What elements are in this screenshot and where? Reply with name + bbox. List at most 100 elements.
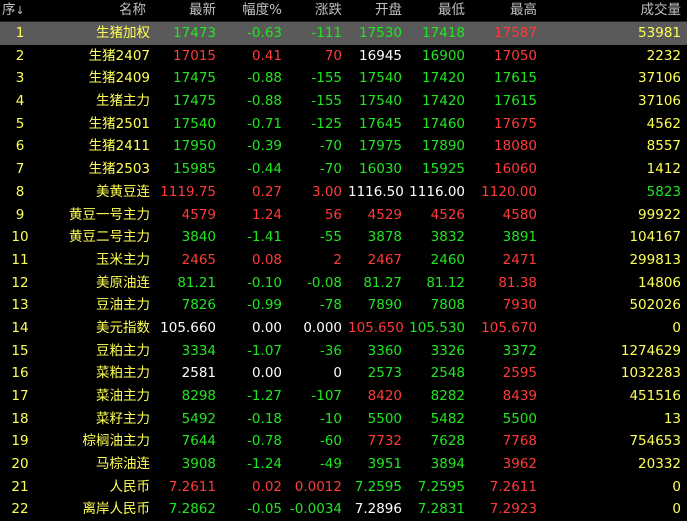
row-pct: -0.44 bbox=[247, 161, 282, 178]
row-low: 7808 bbox=[430, 297, 465, 314]
table-row[interactable]: 17 菜油主力 8298 -1.27 -107 8420 8282 8439 451516 bbox=[0, 385, 687, 408]
table-row[interactable]: 21 人民币 7.2611 0.02 0.0012 7.2595 7.2595 7.2611 0 bbox=[0, 476, 687, 499]
column-header-change[interactable]: 涨跌 bbox=[288, 0, 348, 21]
column-header-last[interactable]: 最新 bbox=[152, 0, 222, 21]
row-low: 17418 bbox=[422, 25, 465, 41]
column-header-index[interactable]: 序↓ bbox=[0, 0, 44, 21]
row-pct: 0.00 bbox=[251, 365, 282, 382]
row-change: -36 bbox=[319, 342, 342, 359]
row-volume: 2232 bbox=[646, 47, 681, 64]
row-pct: 0.02 bbox=[251, 478, 282, 495]
table-header: 序↓ 名称 最新 幅度% 涨跌 开盘 最低 最高 成交量 bbox=[0, 0, 687, 22]
table-row[interactable]: 19 棕榈油主力 7644 -0.78 -60 7732 7628 7768 754653 bbox=[0, 430, 687, 453]
column-header-volume[interactable]: 成交量 bbox=[543, 0, 687, 21]
table-row[interactable]: 12 美原油连 81.21 -0.10 -0.08 81.27 81.12 81.38 1480… bbox=[0, 272, 687, 295]
row-high: 16060 bbox=[494, 161, 537, 178]
row-index: 6 bbox=[15, 138, 25, 155]
column-header-low[interactable]: 最低 bbox=[408, 0, 471, 21]
row-high: 18080 bbox=[494, 138, 537, 155]
row-change: 2 bbox=[333, 251, 342, 268]
row-name: 黄豆二号主力 bbox=[69, 229, 150, 246]
row-index: 15 bbox=[11, 342, 29, 359]
row-open: 17540 bbox=[359, 93, 402, 110]
row-high: 17587 bbox=[494, 25, 537, 41]
row-low: 17890 bbox=[422, 138, 465, 155]
row-open: 17645 bbox=[359, 115, 402, 132]
column-header-high[interactable]: 最高 bbox=[471, 0, 543, 21]
table-row[interactable]: 4 生猪主力 17475 -0.88 -155 17540 17420 17615 37106 bbox=[0, 90, 687, 113]
row-last: 17475 bbox=[173, 70, 216, 87]
table-row[interactable]: 1 生猪加权 17473 -0.63 -111 17530 17418 17587 53981 bbox=[0, 22, 687, 45]
table-row[interactable]: 20 马棕油连 3908 -1.24 -49 3951 3894 3962 20332 bbox=[0, 453, 687, 476]
row-index: 21 bbox=[11, 478, 29, 495]
row-name: 豆油主力 bbox=[96, 297, 150, 314]
column-header-pct[interactable]: 幅度% bbox=[222, 0, 288, 21]
row-high: 81.38 bbox=[498, 274, 537, 291]
row-pct: -1.27 bbox=[247, 388, 282, 404]
row-name: 菜油主力 bbox=[96, 388, 150, 404]
row-low: 1116.00 bbox=[409, 183, 465, 200]
row-index: 12 bbox=[11, 274, 29, 291]
row-pct: -0.05 bbox=[247, 501, 282, 518]
quote-table-body: 1 生猪加权 17473 -0.63 -111 17530 17418 17587 53981 2… bbox=[0, 22, 687, 521]
row-last: 17473 bbox=[173, 25, 216, 41]
table-row[interactable]: 18 菜籽主力 5492 -0.18 -10 5500 5482 5500 13 bbox=[0, 408, 687, 431]
table-row[interactable]: 5 生猪2501 17540 -0.71 -125 17645 17460 17675 4562 bbox=[0, 113, 687, 136]
row-low: 4526 bbox=[430, 206, 465, 223]
row-name: 菜籽主力 bbox=[96, 410, 150, 427]
row-last: 7826 bbox=[181, 297, 216, 314]
row-change: -70 bbox=[319, 161, 342, 178]
row-high: 17675 bbox=[494, 115, 537, 132]
row-pct: -1.41 bbox=[247, 229, 282, 246]
row-pct: -1.07 bbox=[247, 342, 282, 359]
table-row[interactable]: 6 生猪2411 17950 -0.39 -70 17975 17890 18080 8557 bbox=[0, 135, 687, 158]
row-change: 0 bbox=[333, 365, 342, 382]
row-index: 22 bbox=[11, 501, 29, 518]
row-last: 7644 bbox=[181, 433, 216, 450]
row-pct: -1.24 bbox=[247, 456, 282, 473]
table-row[interactable]: 14 美元指数 105.660 0.00 0.000 105.650 105.530 105.… bbox=[0, 317, 687, 340]
row-name: 生猪2411 bbox=[88, 138, 150, 155]
column-header-open[interactable]: 开盘 bbox=[348, 0, 408, 21]
row-name: 豆粕主力 bbox=[96, 342, 150, 359]
row-last: 81.21 bbox=[177, 274, 216, 291]
row-open: 5500 bbox=[367, 410, 402, 427]
row-volume: 451516 bbox=[629, 388, 681, 404]
row-last: 5492 bbox=[181, 410, 216, 427]
table-row[interactable]: 16 菜粕主力 2581 0.00 0 2573 2548 2595 1032283 bbox=[0, 362, 687, 385]
row-pct: -0.88 bbox=[247, 93, 282, 110]
table-row[interactable]: 9 黄豆一号主力 4579 1.24 56 4529 4526 4580 99922 bbox=[0, 204, 687, 227]
table-row[interactable]: 22 离岸人民币 7.2862 -0.05 -0.0034 7.2896 7.2831 7.2… bbox=[0, 498, 687, 521]
row-index: 7 bbox=[15, 161, 25, 178]
row-low: 15925 bbox=[422, 161, 465, 178]
table-row[interactable]: 10 黄豆二号主力 3840 -1.41 -55 3878 3832 3891 104167 bbox=[0, 226, 687, 249]
row-volume: 0 bbox=[672, 319, 681, 336]
table-row[interactable]: 15 豆粕主力 3334 -1.07 -36 3360 3326 3372 1274629 bbox=[0, 340, 687, 363]
row-index: 2 bbox=[15, 47, 25, 64]
table-row[interactable]: 13 豆油主力 7826 -0.99 -78 7890 7808 7930 502026 bbox=[0, 294, 687, 317]
table-row[interactable]: 11 玉米主力 2465 0.08 2 2467 2460 2471 299813 bbox=[0, 249, 687, 272]
row-high: 2471 bbox=[502, 251, 537, 268]
table-row[interactable]: 3 生猪2409 17475 -0.88 -155 17540 17420 17615 3710… bbox=[0, 67, 687, 90]
row-pct: -0.18 bbox=[247, 410, 282, 427]
row-high: 1120.00 bbox=[481, 183, 537, 200]
row-open: 3878 bbox=[367, 229, 402, 246]
row-name: 生猪2409 bbox=[88, 70, 150, 87]
row-low: 81.12 bbox=[426, 274, 465, 291]
column-header-name[interactable]: 名称 bbox=[44, 0, 152, 21]
row-pct: -0.78 bbox=[247, 433, 282, 450]
row-low: 7.2595 bbox=[417, 478, 465, 495]
row-volume: 299813 bbox=[629, 251, 681, 268]
row-last: 3908 bbox=[181, 456, 216, 473]
row-change: -155 bbox=[311, 93, 342, 110]
row-open: 16945 bbox=[359, 47, 402, 64]
row-high: 7768 bbox=[502, 433, 537, 450]
row-pct: 0.00 bbox=[251, 319, 282, 336]
row-pct: -0.88 bbox=[247, 70, 282, 87]
row-index: 8 bbox=[15, 183, 25, 200]
table-row[interactable]: 8 美黄豆连 1119.75 0.27 3.00 1116.50 1116.00 1120.0… bbox=[0, 181, 687, 204]
row-open: 2467 bbox=[367, 251, 402, 268]
row-pct: -0.63 bbox=[247, 25, 282, 41]
table-row[interactable]: 7 生猪2503 15985 -0.44 -70 16030 15925 16060 1412 bbox=[0, 158, 687, 181]
table-row[interactable]: 2 生猪2407 17015 0.41 70 16945 16900 17050 2232 bbox=[0, 45, 687, 68]
